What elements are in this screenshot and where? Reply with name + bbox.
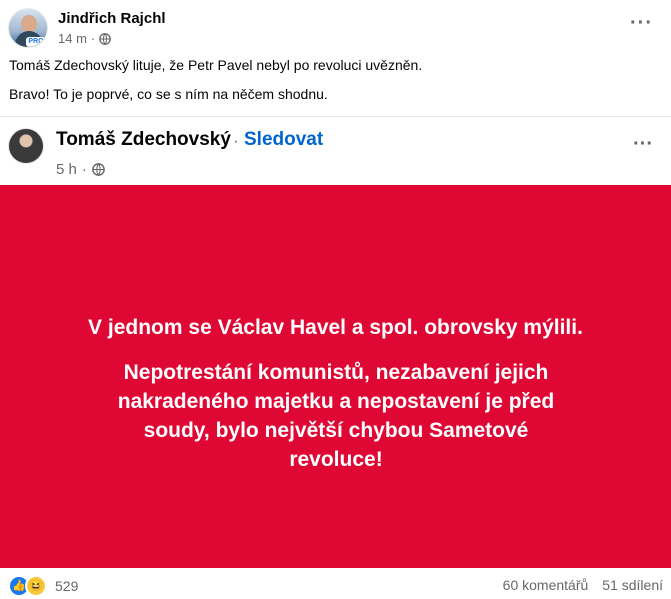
- separator-dot: ·: [233, 131, 239, 150]
- shared-headline: V jednom se Václav Havel a spol. obrovsk…: [88, 316, 583, 339]
- globe-icon: [92, 163, 105, 176]
- reaction-count: 529: [55, 578, 79, 594]
- post-time[interactable]: 14 m: [58, 31, 87, 46]
- engagement-stats: 60 komentářů 51 sdílení: [503, 577, 663, 593]
- meta-dot: ·: [81, 161, 87, 178]
- meta-dot: ·: [90, 31, 96, 46]
- facebook-post: PRO Jindřich Rajchl 14 m · ··· Tomáš Zde…: [0, 0, 671, 599]
- shared-post-meta: 5 h ·: [56, 161, 105, 178]
- shared-post-time[interactable]: 5 h: [56, 161, 77, 178]
- globe-icon: [99, 32, 112, 45]
- more-icon[interactable]: ···: [630, 13, 653, 33]
- author-avatar[interactable]: PRO: [8, 8, 48, 48]
- comments-link[interactable]: 60 komentářů: [503, 577, 589, 593]
- reactions-summary[interactable]: 👍 😆 529: [8, 575, 78, 597]
- follow-button[interactable]: Sledovat: [244, 129, 323, 151]
- shared-author-avatar[interactable]: [8, 128, 44, 164]
- post-text-line-1: Tomáš Zdechovský lituje, že Petr Pavel n…: [9, 57, 423, 73]
- post-meta: 14 m ·: [58, 31, 112, 46]
- post-header: PRO Jindřich Rajchl 14 m · ···: [8, 6, 663, 50]
- more-icon[interactable]: ···: [633, 134, 653, 154]
- text-post-background[interactable]: V jednom se Václav Havel a spol. obrovsk…: [0, 185, 671, 568]
- shares-link[interactable]: 51 sdílení: [602, 577, 663, 593]
- shared-body-text: Nepotrestání komunistů, nezabavení jejic…: [117, 361, 555, 471]
- shared-post: Tomáš Zdechovský · Sledovat 5 h · ··· V …: [0, 116, 671, 570]
- haha-reaction-icon: 😆: [25, 575, 47, 597]
- shared-post-header: Tomáš Zdechovský · Sledovat 5 h · ···: [8, 125, 663, 178]
- author-name[interactable]: Jindřich Rajchl: [58, 10, 166, 27]
- post-footer: 👍 😆 529 60 komentářů 51 sdílení: [0, 569, 671, 599]
- pro-badge: PRO: [26, 37, 46, 47]
- post-text-line-2: Bravo! To je poprvé, co se s ním na něče…: [9, 86, 328, 102]
- shared-author-name[interactable]: Tomáš Zdechovský: [56, 129, 231, 151]
